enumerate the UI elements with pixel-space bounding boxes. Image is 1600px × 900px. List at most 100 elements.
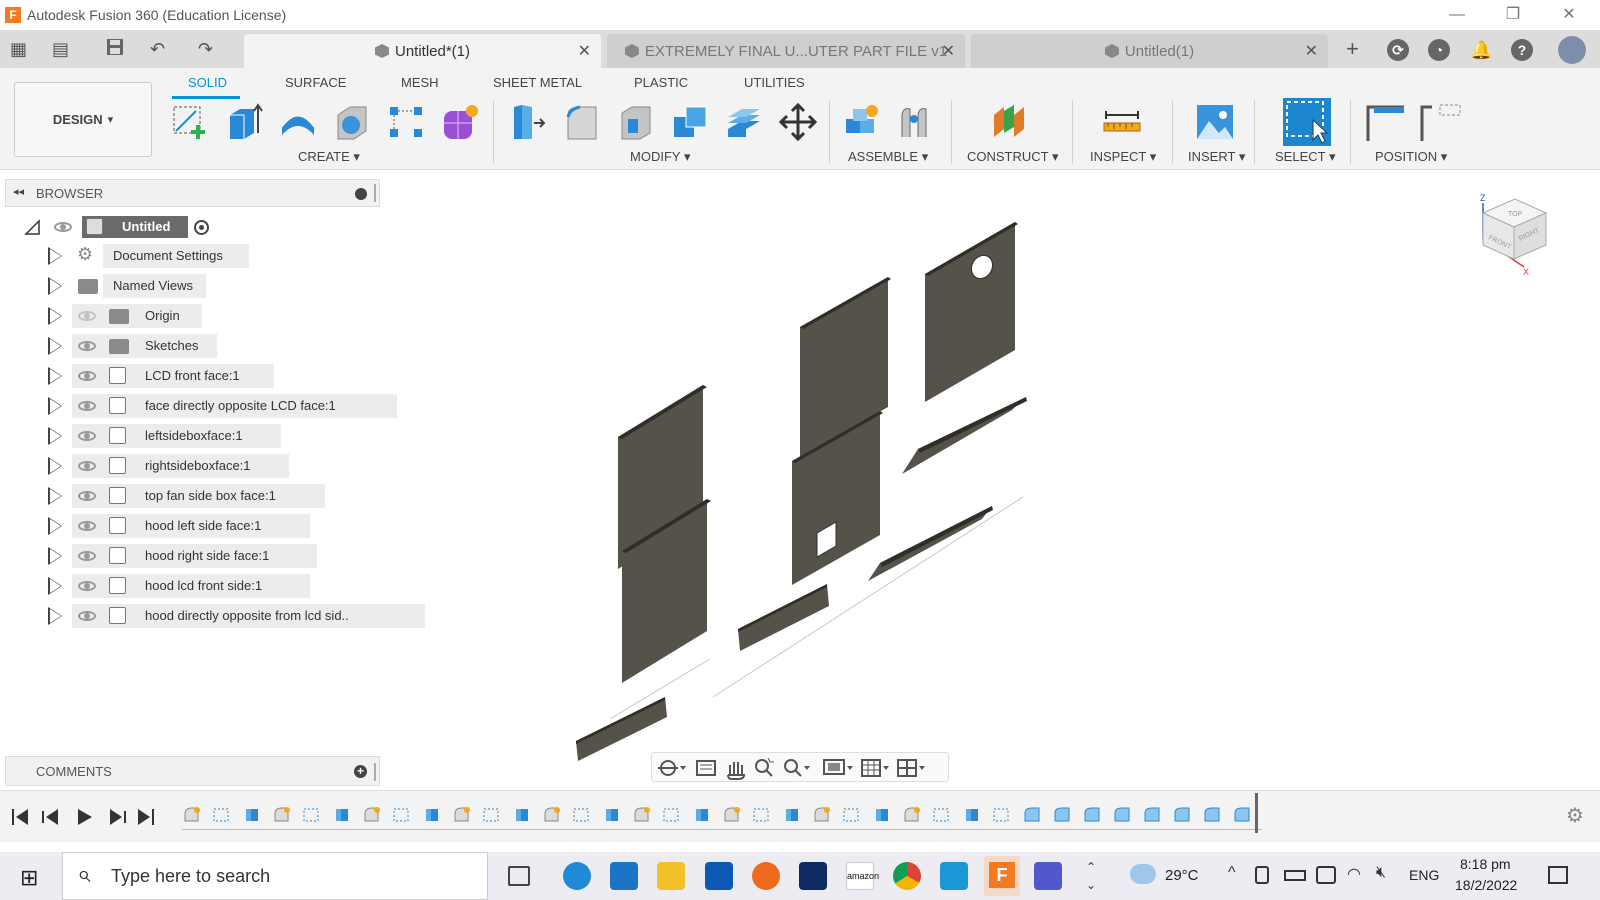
timeline-extrude-feature-icon[interactable] <box>422 805 442 825</box>
scroll-arrows-icon[interactable]: ⌃ ⌄ <box>1086 858 1096 894</box>
close-window-button[interactable]: ✕ <box>1546 0 1592 30</box>
fusion-taskbar-active[interactable]: F <box>984 856 1020 896</box>
press-pull-icon[interactable] <box>508 103 548 141</box>
undo-icon[interactable]: ↶ <box>150 38 165 60</box>
tree-item[interactable]: rightsideboxface:1 <box>0 454 380 478</box>
inspect-group-label[interactable]: INSPECT ▾ <box>1090 149 1156 165</box>
clock-time[interactable]: 8:18 pm <box>1460 856 1511 872</box>
insert-image-icon[interactable] <box>1195 103 1235 141</box>
minimize-button[interactable]: — <box>1434 0 1480 30</box>
timeline-sketch-feature-icon[interactable] <box>302 805 322 825</box>
position-group-label[interactable]: POSITION ▾ <box>1375 149 1447 165</box>
tree-item[interactable]: hood right side face:1 <box>0 544 380 568</box>
joint-icon[interactable] <box>896 103 936 141</box>
tree-item[interactable]: LCD front face:1 <box>0 364 380 388</box>
timeline-extrude-feature-icon[interactable] <box>872 805 892 825</box>
rectangular-pattern-icon[interactable] <box>386 103 426 141</box>
timeline-sketch-feature-icon[interactable] <box>392 805 412 825</box>
display-icon[interactable] <box>1316 866 1336 884</box>
construct-group-label[interactable]: CONSTRUCT ▾ <box>967 149 1059 165</box>
firefox-icon[interactable] <box>752 862 780 890</box>
tree-item[interactable]: hood lcd front side:1 <box>0 574 380 598</box>
visibility-hidden-eye-icon[interactable] <box>78 311 96 321</box>
play-icon[interactable] <box>78 809 92 825</box>
visibility-eye-icon[interactable] <box>54 222 72 232</box>
timeline-fillet-feature-icon[interactable] <box>722 805 742 825</box>
panel-resize-handle[interactable] <box>374 763 376 781</box>
weather-temperature[interactable]: 29°C <box>1165 867 1199 884</box>
timeline-settings-gear-icon[interactable]: ⚙ <box>1566 803 1584 828</box>
collapse-panel-icon[interactable]: ◂◂ <box>13 185 24 198</box>
expand-triangle-icon[interactable] <box>48 367 62 385</box>
visibility-eye-icon[interactable] <box>78 491 96 501</box>
expand-triangle-icon[interactable] <box>48 307 62 325</box>
tree-item[interactable]: face directly opposite LCD face:1 <box>0 394 397 418</box>
timeline-fillet-feature-icon[interactable] <box>452 805 472 825</box>
visibility-eye-icon[interactable] <box>78 461 96 471</box>
expand-triangle-icon[interactable] <box>48 397 62 415</box>
tree-item[interactable]: Origin <box>0 304 380 328</box>
tree-item[interactable]: Named Views <box>0 274 380 298</box>
tab-close-icon[interactable]: ✕ <box>942 41 955 61</box>
viewcube[interactable]: TOP FRONT RIGHT Z X <box>1480 193 1548 277</box>
timeline-extrude-feature-icon[interactable] <box>692 805 712 825</box>
offset-face-icon[interactable] <box>724 103 764 141</box>
display-settings-icon[interactable] <box>823 759 853 775</box>
timeline-split-feature-icon[interactable] <box>1112 805 1132 825</box>
timeline-sketch-feature-icon[interactable] <box>992 805 1012 825</box>
timeline-split-feature-icon[interactable] <box>1082 805 1102 825</box>
timeline-fillet-feature-icon[interactable] <box>272 805 292 825</box>
timeline-sketch-feature-icon[interactable] <box>932 805 952 825</box>
visibility-eye-icon[interactable] <box>78 431 96 441</box>
restore-button[interactable]: ❐ <box>1490 0 1536 30</box>
modify-group-label[interactable]: MODIFY ▾ <box>630 149 690 165</box>
fillet-icon[interactable] <box>562 103 602 141</box>
chrome-icon[interactable] <box>893 862 921 890</box>
tree-item[interactable]: hood left side face:1 <box>0 514 380 538</box>
visibility-eye-icon[interactable] <box>78 341 96 351</box>
timeline-sketch-feature-icon[interactable] <box>572 805 592 825</box>
body-strip-center[interactable] <box>738 584 829 651</box>
viewports-icon[interactable] <box>897 759 925 777</box>
workspace-switcher-button[interactable]: DESIGN ▾ <box>14 82 152 157</box>
assemble-group-label[interactable]: ASSEMBLE ▾ <box>848 149 928 165</box>
shell-icon[interactable] <box>616 103 656 141</box>
windows-start-icon[interactable]: ⊞ <box>20 865 38 891</box>
go-to-start-icon[interactable] <box>12 809 28 825</box>
teams-icon[interactable] <box>1034 862 1062 890</box>
visibility-eye-icon[interactable] <box>78 551 96 561</box>
orbit-icon[interactable] <box>658 760 686 776</box>
notifications-bell-icon[interactable]: 🔔 <box>1470 39 1492 61</box>
expand-triangle-icon[interactable] <box>48 277 62 295</box>
clock-date[interactable]: 18/2/2022 <box>1455 877 1517 893</box>
timeline-fillet-feature-icon[interactable] <box>542 805 562 825</box>
battery-icon[interactable] <box>1284 870 1306 881</box>
tab-untitled[interactable]: Untitled(1) ✕ <box>971 34 1328 68</box>
tab-close-icon[interactable]: ✕ <box>578 41 591 61</box>
capture-position-icon[interactable] <box>1364 103 1404 141</box>
tab-surface[interactable]: SURFACE <box>285 75 346 90</box>
visibility-eye-icon[interactable] <box>78 581 96 591</box>
step-forward-icon[interactable] <box>110 809 126 825</box>
timeline-fillet-feature-icon[interactable] <box>182 805 202 825</box>
timeline-extrude-feature-icon[interactable] <box>602 805 622 825</box>
timeline-extrude-feature-icon[interactable] <box>782 805 802 825</box>
task-view-icon[interactable] <box>508 866 530 886</box>
dropbox-icon[interactable] <box>799 862 827 890</box>
zoom-icon[interactable] <box>755 757 774 777</box>
revert-position-icon[interactable] <box>1418 103 1461 141</box>
minimize-panel-icon[interactable] <box>355 188 367 200</box>
measure-icon[interactable] <box>1102 103 1142 141</box>
expand-triangle-icon[interactable] <box>48 337 62 355</box>
timeline-sketch-feature-icon[interactable] <box>752 805 772 825</box>
expand-triangle-icon[interactable] <box>48 607 62 625</box>
activate-radio-icon[interactable] <box>194 220 209 235</box>
create-form-icon[interactable] <box>440 103 480 141</box>
apps-grid-icon[interactable]: ▦ <box>10 38 27 60</box>
expand-triangle-icon[interactable] <box>48 577 62 595</box>
save-icon[interactable] <box>106 38 124 60</box>
expanded-triangle-icon[interactable] <box>24 219 40 235</box>
fit-icon[interactable] <box>784 759 810 777</box>
body-strip-upper-right[interactable] <box>902 397 1027 474</box>
job-status-icon[interactable]: ◔ <box>1428 39 1450 61</box>
